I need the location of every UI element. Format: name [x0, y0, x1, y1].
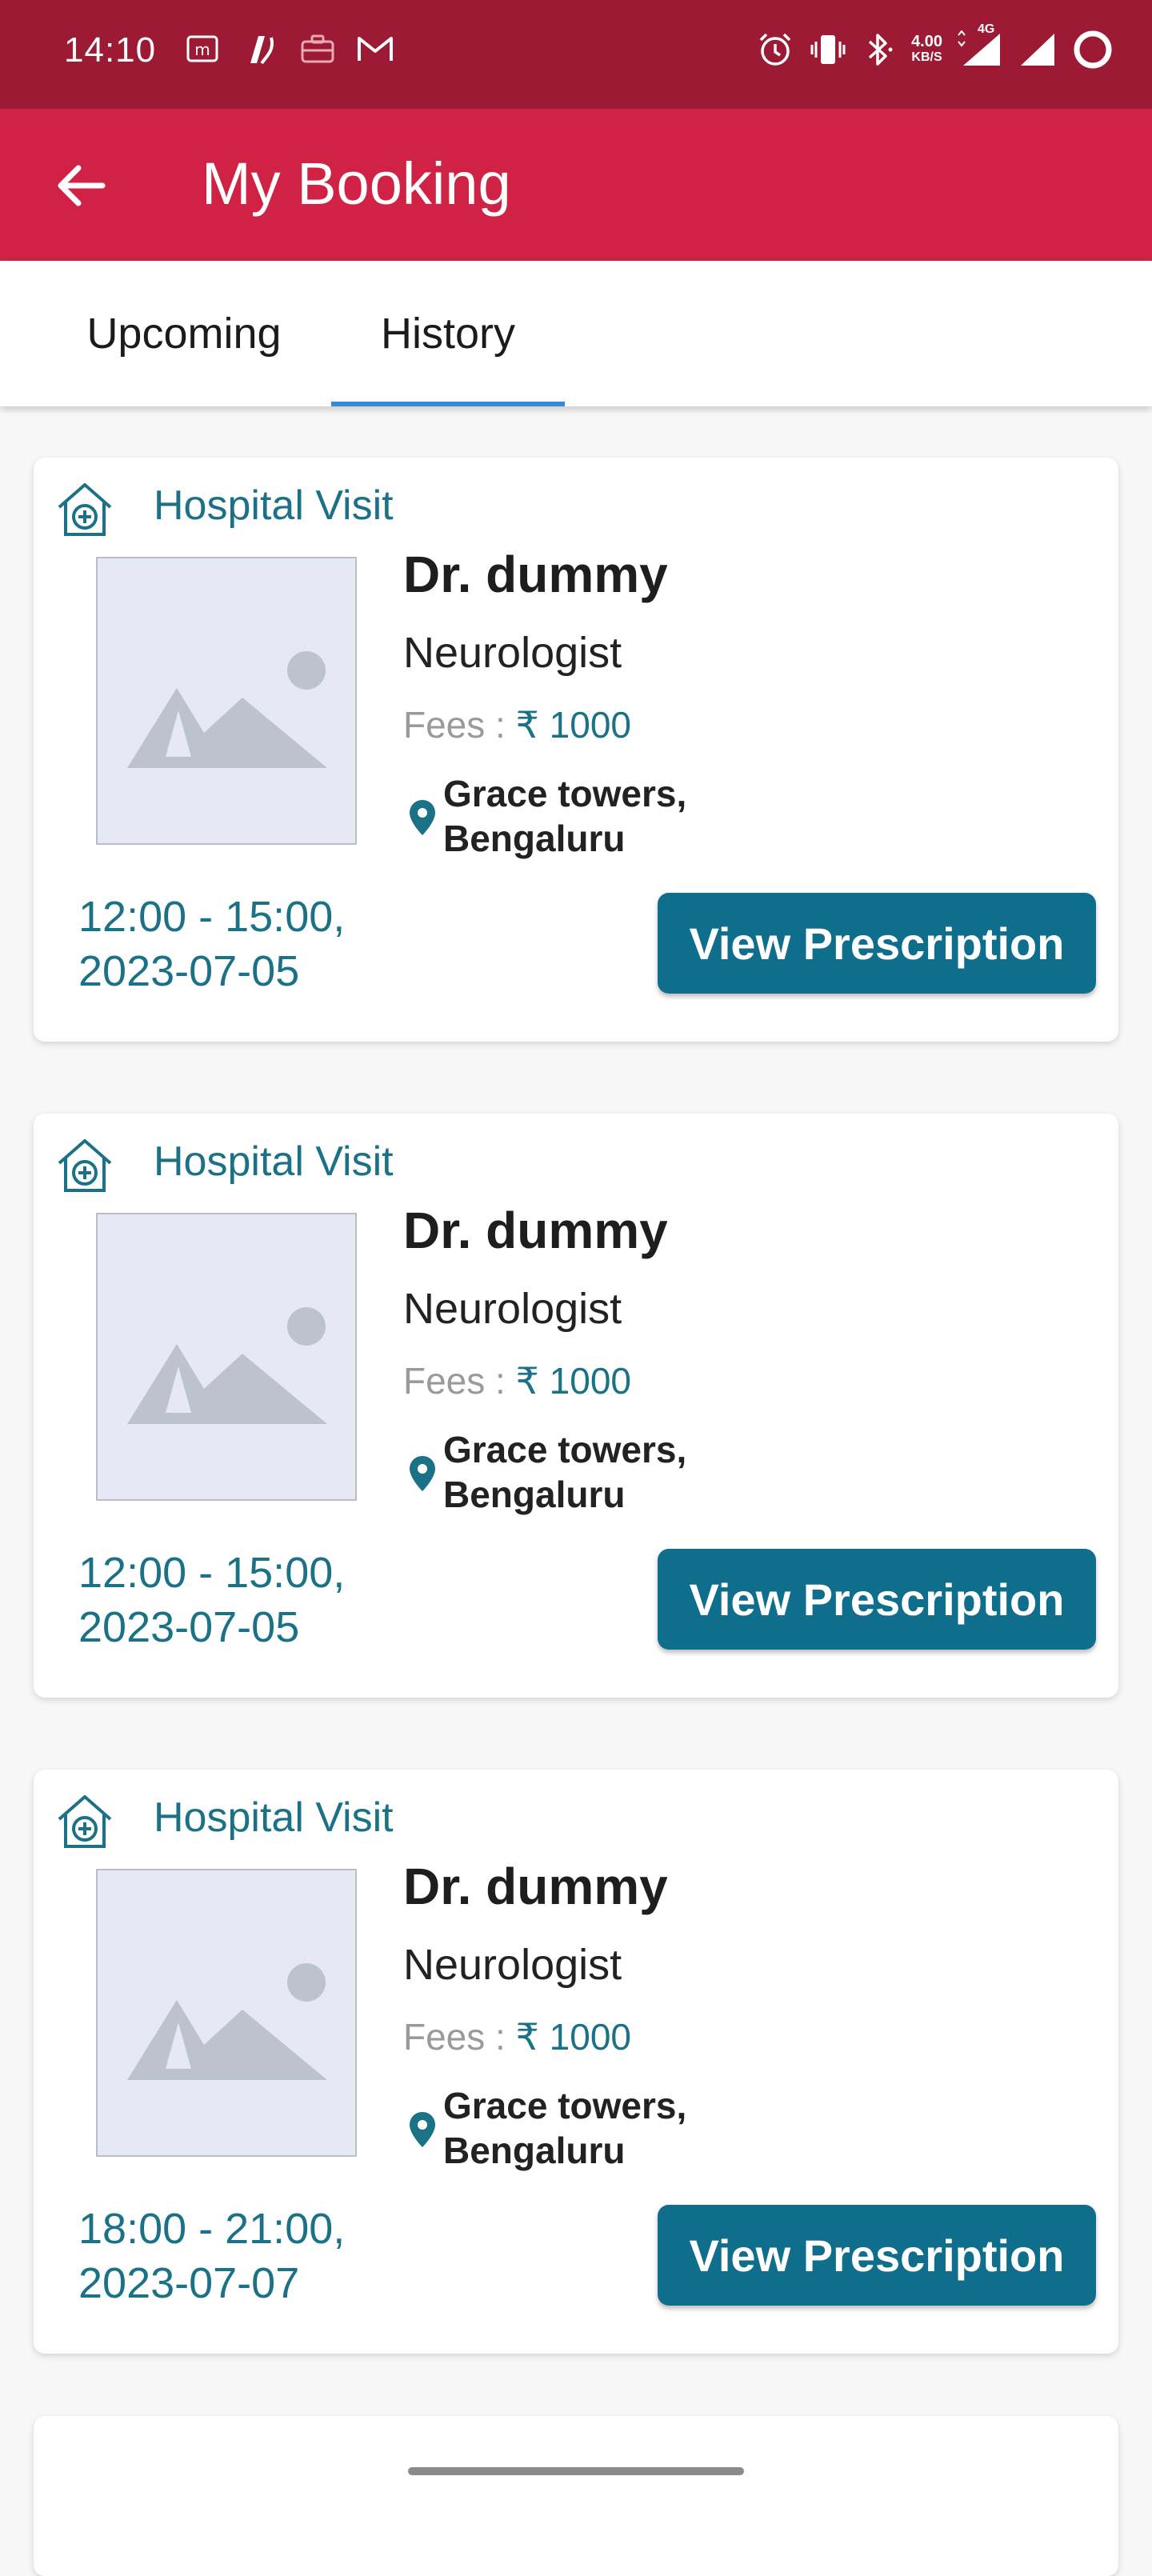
location: Grace towers, Bengaluru — [443, 2083, 763, 2173]
location-line1: Grace towers, — [443, 1429, 687, 1470]
doctor-specialty: Neurologist — [403, 629, 622, 677]
doctor-image-placeholder — [96, 1869, 357, 2157]
doctor-specialty: Neurologist — [403, 1941, 622, 1989]
network-speed-unit: KB/S — [911, 50, 942, 64]
page-title: My Booking — [202, 150, 511, 217]
fees: Fees : ₹ 1000 — [403, 2014, 631, 2059]
app-icon — [240, 29, 280, 69]
tab-indicator — [331, 402, 565, 406]
doctor-name: Dr. dummy — [403, 1202, 668, 1259]
app-bar: My Booking — [0, 109, 1152, 261]
appointment-datetime: 12:00 - 15:00, 2023-07-05 — [78, 1546, 446, 1654]
location: Grace towers, Bengaluru — [443, 1427, 763, 1517]
doctor-image-placeholder — [96, 1213, 357, 1501]
appointment-datetime: 18:00 - 21:00, 2023-07-07 — [78, 2202, 446, 2310]
fees-value: ₹ 1000 — [515, 2016, 631, 2058]
gmail-icon — [355, 29, 395, 69]
signal-icon: 4G — [957, 22, 1003, 72]
status-time: 14:10 — [64, 30, 157, 70]
fees: Fees : ₹ 1000 — [403, 702, 631, 747]
status-bar: 14:10 m 4.00 KB/S 4G — [0, 0, 1152, 109]
location-pin-icon — [410, 800, 435, 835]
fees: Fees : ₹ 1000 — [403, 1358, 631, 1403]
location-pin-icon — [410, 2112, 435, 2147]
home-indicator[interactable] — [408, 2467, 744, 2475]
location-line1: Grace towers, — [443, 773, 687, 814]
visit-type-label: Hospital Visit — [154, 1138, 394, 1185]
doctor-specialty: Neurologist — [403, 1285, 622, 1333]
arrow-left-icon — [58, 165, 106, 206]
location-line1: Grace towers, — [443, 2085, 687, 2126]
appointment-date: 2023-07-07 — [78, 2259, 300, 2307]
appointment-date: 2023-07-05 — [78, 1603, 300, 1651]
image-placeholder-icon — [127, 651, 327, 768]
view-prescription-button[interactable]: View Prescription — [658, 1549, 1096, 1650]
hospital-icon — [58, 483, 112, 536]
location-line2: Bengaluru — [443, 2130, 626, 2171]
appointment-datetime: 12:00 - 15:00, 2023-07-05 — [78, 890, 446, 998]
fees-value: ₹ 1000 — [515, 704, 631, 746]
location-pin-icon — [410, 1456, 435, 1491]
network-type-label: 4G — [978, 22, 995, 36]
network-speed-value: 4.00 — [911, 33, 942, 50]
booking-card: Hospital Visit Dr. dummy Neurologist Fee… — [34, 458, 1118, 1042]
booking-card: Hospital Visit Dr. dummy Neurologist Fee… — [34, 1114, 1118, 1698]
hospital-icon — [58, 1795, 112, 1848]
svg-text:m: m — [194, 40, 210, 59]
location-line2: Bengaluru — [443, 818, 626, 859]
tab-bar: Upcoming History — [0, 261, 1152, 406]
tab-history[interactable]: History — [331, 261, 565, 406]
booking-card: Hospital Visit Dr. dummy Neurologist Fee… — [34, 1770, 1118, 2354]
doctor-image-placeholder — [96, 557, 357, 845]
fees-value: ₹ 1000 — [515, 1360, 631, 1402]
alarm-icon — [756, 27, 794, 72]
bluetooth-icon — [862, 27, 897, 72]
booking-card-partial — [34, 2416, 1118, 2576]
notification-icons: m — [182, 29, 395, 69]
appointment-date: 2023-07-05 — [78, 947, 300, 995]
signal-icon — [1018, 27, 1058, 72]
fees-label: Fees : — [403, 704, 506, 746]
image-placeholder-icon — [127, 1307, 327, 1424]
doctor-name: Dr. dummy — [403, 546, 668, 603]
location: Grace towers, Bengaluru — [443, 771, 763, 861]
battery-icon — [1072, 27, 1114, 72]
fees-label: Fees : — [403, 2016, 506, 2058]
hospital-icon — [58, 1139, 112, 1192]
back-button[interactable] — [46, 157, 114, 214]
fees-label: Fees : — [403, 1360, 506, 1402]
view-prescription-button[interactable]: View Prescription — [658, 2205, 1096, 2306]
tab-upcoming[interactable]: Upcoming — [48, 261, 320, 406]
location-line2: Bengaluru — [443, 1474, 626, 1515]
view-prescription-button[interactable]: View Prescription — [658, 893, 1096, 994]
system-icons: 4.00 KB/S 4G — [756, 22, 1114, 72]
appointment-time: 12:00 - 15:00, — [78, 1549, 346, 1597]
m-icon: m — [182, 29, 222, 69]
appointment-time: 12:00 - 15:00, — [78, 893, 346, 941]
visit-type-label: Hospital Visit — [154, 1794, 394, 1841]
doctor-name: Dr. dummy — [403, 1858, 668, 1915]
network-speed: 4.00 KB/S — [911, 27, 942, 72]
briefcase-icon — [298, 29, 338, 69]
appointment-time: 18:00 - 21:00, — [78, 2205, 346, 2253]
vibrate-icon — [809, 27, 847, 72]
image-placeholder-icon — [127, 1963, 327, 2080]
visit-type-label: Hospital Visit — [154, 482, 394, 529]
